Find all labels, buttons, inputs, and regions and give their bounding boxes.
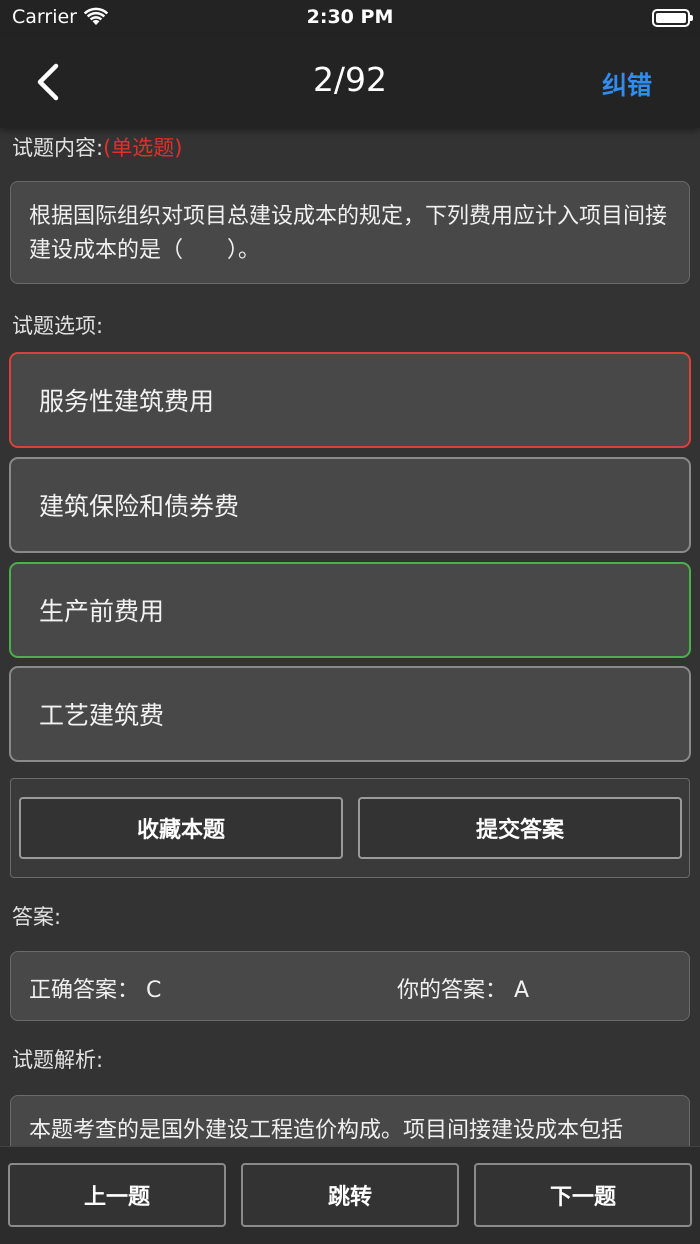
question-content[interactable]: 试题内容:(单选题) 根据国际组织对项目总建设成本的规定，下列费用应计入项目间接… xyxy=(0,128,700,1146)
correct-answer-prefix: 正确答案： xyxy=(29,978,140,1003)
option-b[interactable]: 建筑保险和债券费 xyxy=(9,457,691,553)
prev-question-button[interactable]: 上一题 xyxy=(8,1163,226,1227)
your-answer-value: A xyxy=(514,978,530,1003)
option-d[interactable]: 工艺建筑费 xyxy=(9,666,691,762)
analysis-box: 本题考查的是国外建设工程造价构成。项目间接建设成本包括 xyxy=(10,1095,690,1146)
nav-bar: 2/92 纠错 xyxy=(0,36,700,128)
content-label-text: 试题内容: xyxy=(12,136,104,160)
status-time: 2:30 PM xyxy=(306,6,394,28)
favorite-button[interactable]: 收藏本题 xyxy=(19,797,343,859)
status-bar: Carrier 2:30 PM xyxy=(0,0,700,36)
next-question-button[interactable]: 下一题 xyxy=(474,1163,692,1227)
options-label: 试题选项: xyxy=(12,314,104,338)
your-answer-prefix: 你的答案： xyxy=(397,978,508,1003)
correct-answer: 正确答案： C xyxy=(29,972,161,1004)
correct-answer-value: C xyxy=(146,978,162,1003)
option-c[interactable]: 生产前费用 xyxy=(9,562,691,658)
answer-box: 正确答案： C 你的答案： A xyxy=(10,951,690,1021)
jump-button[interactable]: 跳转 xyxy=(241,1163,459,1227)
analysis-text: 本题考查的是国外建设工程造价构成。项目间接建设成本包括 xyxy=(29,1118,624,1143)
option-label: 工艺建筑费 xyxy=(39,701,165,730)
option-label: 生产前费用 xyxy=(39,597,165,626)
question-text: 根据国际组织对项目总建设成本的规定，下列费用应计入项目间接建设成本的是（ ）。 xyxy=(29,204,668,263)
option-label: 建筑保险和债券费 xyxy=(39,492,240,521)
battery-icon xyxy=(652,9,693,27)
your-answer: 你的答案： A xyxy=(397,972,529,1004)
submit-answer-button[interactable]: 提交答案 xyxy=(358,797,682,859)
page-title: 2/92 xyxy=(312,60,388,99)
answer-label: 答案: xyxy=(12,905,62,929)
option-label: 服务性建筑费用 xyxy=(39,387,215,416)
content-label: 试题内容:(单选题) xyxy=(12,132,182,162)
option-a[interactable]: 服务性建筑费用 xyxy=(9,352,691,448)
question-box: 根据国际组织对项目总建设成本的规定，下列费用应计入项目间接建设成本的是（ ）。 xyxy=(10,181,690,284)
bottom-nav: 上一题 跳转 下一题 xyxy=(0,1146,700,1244)
action-panel: 收藏本题 提交答案 xyxy=(10,778,690,878)
analysis-label: 试题解析: xyxy=(12,1048,104,1072)
report-error-button[interactable]: 纠错 xyxy=(602,66,652,102)
question-type-tag: (单选题) xyxy=(103,136,183,160)
